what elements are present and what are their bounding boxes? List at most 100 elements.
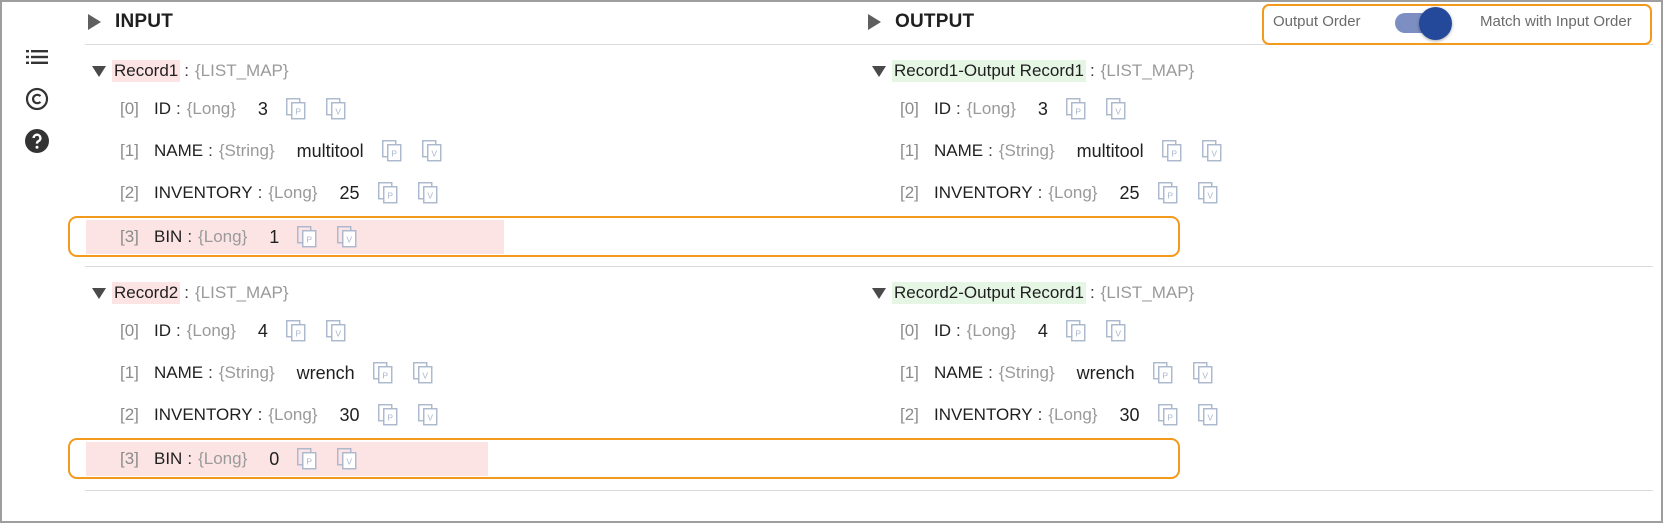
copy-value-icon[interactable]: V: [1197, 182, 1218, 204]
separator: :: [176, 99, 181, 118]
record-name: Record2: [112, 282, 181, 304]
field-index: [2]: [120, 183, 139, 202]
copy-path-icon[interactable]: P: [1157, 404, 1178, 426]
field-value: multitool: [1076, 140, 1144, 161]
collapse-icon[interactable]: [872, 287, 886, 299]
copy-value-icon[interactable]: V: [1105, 98, 1126, 120]
svg-text:P: P: [391, 148, 397, 158]
field-index: [2]: [120, 405, 139, 424]
copy-value-icon[interactable]: V: [325, 98, 346, 120]
svg-text:V: V: [1211, 148, 1217, 158]
copy-path-icon[interactable]: P: [372, 362, 393, 384]
copy-value-icon[interactable]: V: [417, 182, 438, 204]
record-type: {LIST_MAP}: [195, 61, 289, 80]
field-index: [0]: [120, 321, 139, 340]
output-record-header: Record1-Output Record1 : {LIST_MAP}: [872, 57, 1194, 85]
copy-path-icon[interactable]: P: [1065, 320, 1086, 342]
collapse-icon[interactable]: [92, 65, 106, 77]
copy-path-icon[interactable]: P: [285, 320, 306, 342]
svg-text:V: V: [1207, 190, 1213, 200]
field-type: {String}: [218, 363, 275, 382]
copy-path-icon[interactable]: P: [377, 404, 398, 426]
input-record-header: Record1 : {LIST_MAP}: [92, 57, 289, 85]
copy-value-icon[interactable]: V: [1201, 140, 1222, 162]
field-index: [0]: [120, 99, 139, 118]
record-divider: [85, 490, 1653, 491]
field-value: 4: [1037, 320, 1048, 341]
field-type: {String}: [218, 141, 275, 160]
field-row: [1] NAME : {String} wrench P V: [120, 358, 433, 388]
separator: :: [184, 61, 189, 80]
copy-path-icon[interactable]: P: [1161, 140, 1182, 162]
separator: :: [1037, 183, 1043, 202]
field-type: {Long}: [268, 405, 318, 424]
record-type: {LIST_MAP}: [1100, 283, 1195, 302]
field-value: 25: [339, 182, 360, 203]
field-type: {Long}: [966, 321, 1016, 340]
copyright-icon[interactable]: [22, 84, 52, 114]
svg-text:P: P: [1171, 148, 1177, 158]
svg-text:V: V: [1207, 412, 1213, 422]
field-row: [1] NAME : {String} wrench P V: [900, 358, 1213, 388]
field-type: {Long}: [186, 99, 236, 118]
svg-text:P: P: [295, 106, 301, 116]
separator: :: [1037, 405, 1043, 424]
field-value: wrench: [1076, 362, 1135, 383]
copy-path-icon[interactable]: P: [377, 182, 398, 204]
copy-path-icon[interactable]: P: [1065, 98, 1086, 120]
field-index: [0]: [900, 99, 919, 118]
copy-path-icon[interactable]: P: [381, 140, 402, 162]
field-type: {Long}: [1048, 183, 1098, 202]
svg-text:V: V: [427, 412, 433, 422]
copy-value-icon[interactable]: V: [1105, 320, 1126, 342]
input-expand-icon[interactable]: [88, 14, 101, 30]
svg-text:V: V: [1202, 370, 1208, 380]
collapse-icon[interactable]: [872, 65, 886, 77]
field-value: wrench: [296, 362, 355, 383]
help-icon[interactable]: [22, 126, 52, 156]
field-name: ID: [154, 99, 171, 118]
svg-text:P: P: [1167, 190, 1173, 200]
field-name: INVENTORY: [934, 405, 1033, 424]
field-type: {Long}: [1048, 405, 1098, 424]
field-index: [0]: [900, 321, 919, 340]
collapse-icon[interactable]: [92, 287, 106, 299]
field-name: INVENTORY: [154, 405, 253, 424]
input-header-label: INPUT: [115, 11, 173, 32]
copy-value-icon[interactable]: V: [1197, 404, 1218, 426]
field-index: [1]: [900, 141, 919, 160]
copy-path-icon[interactable]: P: [1152, 362, 1173, 384]
field-name: NAME: [934, 141, 984, 160]
bin-field-callout: [68, 438, 1180, 479]
field-value: 3: [257, 98, 268, 119]
copy-value-icon[interactable]: V: [421, 140, 442, 162]
field-name: ID: [934, 99, 951, 118]
list-icon[interactable]: [22, 42, 52, 72]
field-row: [0] ID : {Long} 4 P V: [120, 316, 346, 346]
separator: :: [257, 183, 263, 202]
copy-path-icon[interactable]: P: [285, 98, 306, 120]
svg-text:P: P: [1075, 328, 1081, 338]
field-value: 3: [1037, 98, 1048, 119]
field-row: [1] NAME : {String} multitool P V: [900, 136, 1222, 166]
copy-value-icon[interactable]: V: [417, 404, 438, 426]
input-header: INPUT: [88, 8, 173, 36]
separator: :: [208, 141, 213, 160]
output-expand-icon[interactable]: [868, 14, 881, 30]
separator: :: [956, 99, 961, 118]
field-index: [2]: [900, 183, 919, 202]
field-value: 4: [257, 320, 268, 341]
copy-value-icon[interactable]: V: [325, 320, 346, 342]
separator: :: [1089, 283, 1095, 302]
field-type: {String}: [998, 363, 1055, 382]
field-name: NAME: [934, 363, 984, 382]
copy-value-icon[interactable]: V: [412, 362, 433, 384]
field-value: 30: [339, 404, 360, 425]
output-order-switch-knob[interactable]: [1419, 7, 1452, 40]
copy-path-icon[interactable]: P: [1157, 182, 1178, 204]
copy-value-icon[interactable]: V: [1192, 362, 1213, 384]
field-index: [1]: [120, 141, 139, 160]
separator: :: [1089, 61, 1095, 80]
record-name: Record2-Output Record1: [892, 282, 1086, 304]
field-type: {String}: [998, 141, 1055, 160]
